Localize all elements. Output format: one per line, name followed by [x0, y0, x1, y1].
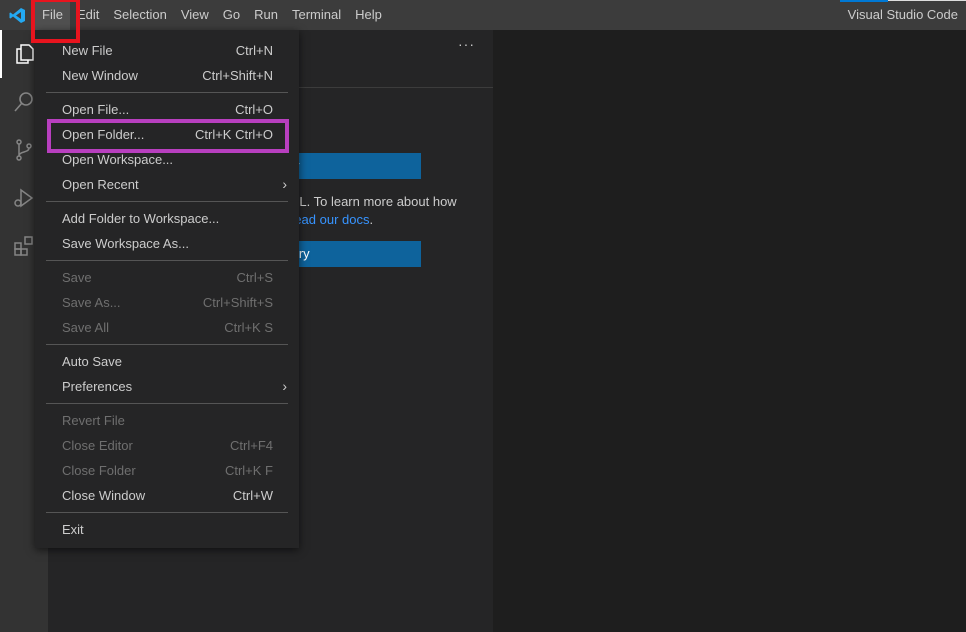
menu-item-label: Save Workspace As...	[62, 236, 189, 251]
menu-item-close-editor[interactable]: Close Editor Ctrl+F4	[35, 433, 299, 458]
sidebar-text: RL. To learn more about how	[290, 194, 457, 209]
menu-item-preferences[interactable]: Preferences ›	[35, 374, 299, 399]
menu-separator	[46, 512, 288, 513]
extensions-icon	[14, 236, 33, 256]
highlight-box-file	[31, 0, 80, 43]
chevron-right-icon: ›	[282, 176, 287, 192]
menu-item-label: New Window	[62, 68, 138, 83]
menu-item-add-folder-to-workspace[interactable]: Add Folder to Workspace...	[35, 206, 299, 231]
menu-item-label: Save As...	[62, 295, 121, 310]
menu-item-label: Preferences	[62, 379, 133, 394]
source-control-icon	[16, 139, 32, 161]
menu-item-save-as[interactable]: Save As... Ctrl+Shift+S	[35, 290, 299, 315]
menu-item-label: Revert File	[62, 413, 125, 428]
menu-item-shortcut: Ctrl+N	[235, 43, 273, 58]
menu-item-close-folder[interactable]: Close Folder Ctrl+K F	[35, 458, 299, 483]
menu-item-open-recent[interactable]: Open Recent ›	[35, 172, 299, 197]
menu-view[interactable]: View	[174, 0, 216, 30]
menu-item-save-workspace-as[interactable]: Save Workspace As...	[35, 231, 299, 256]
menu-item-label: Close Editor	[62, 438, 133, 453]
menu-item-label: Close Window	[62, 488, 146, 503]
menu-item-label: Open Recent	[62, 177, 139, 192]
menu-selection[interactable]: Selection	[106, 0, 173, 30]
files-icon	[16, 44, 34, 64]
debug-icon	[14, 188, 34, 208]
menu-item-label: Save All	[62, 320, 109, 335]
file-menu: New File Ctrl+N New Window Ctrl+Shift+N Open…	[35, 30, 299, 548]
menu-item-label: Save	[62, 270, 92, 285]
menu-separator	[46, 344, 288, 345]
menu-item-shortcut: Ctrl+F4	[230, 438, 273, 453]
menu-help[interactable]: Help	[348, 0, 389, 30]
menu-item-auto-save[interactable]: Auto Save	[35, 349, 299, 374]
menu-separator	[46, 92, 288, 93]
menu-item-shortcut: Ctrl+W	[232, 488, 273, 503]
menu-item-close-window[interactable]: Close Window Ctrl+W	[35, 483, 299, 508]
clone-repository-button[interactable]: tory	[286, 241, 421, 267]
highlight-box-open-folder	[47, 119, 289, 153]
menu-item-shortcut: Ctrl+K F	[224, 463, 273, 478]
menu-run[interactable]: Run	[247, 0, 285, 30]
menu-item-label: Close Folder	[62, 463, 136, 478]
menu-item-shortcut: Ctrl+S	[236, 270, 273, 285]
menu-item-exit[interactable]: Exit	[35, 517, 299, 542]
menu-item-shortcut: Ctrl+Shift+N	[202, 68, 273, 83]
menu-item-shortcut: Ctrl+Shift+S	[202, 295, 273, 310]
menu-separator	[46, 403, 288, 404]
menu-item-save[interactable]: Save Ctrl+S	[35, 265, 299, 290]
menu-item-label: Open File...	[62, 102, 130, 117]
menu-terminal[interactable]: Terminal	[285, 0, 348, 30]
menu-item-label: Exit	[62, 522, 84, 537]
sidebar-text-2: read our docs.	[290, 212, 373, 227]
title-bar: File Edit Selection View Go Run Terminal Help V…	[0, 0, 966, 30]
docs-link[interactable]: read our docs	[290, 212, 370, 227]
vscode-logo-icon	[9, 8, 25, 23]
menu-item-revert-file[interactable]: Revert File	[35, 408, 299, 433]
menu-separator	[46, 201, 288, 202]
menu-separator	[46, 260, 288, 261]
menu-item-save-all[interactable]: Save All Ctrl+K S	[35, 315, 299, 340]
menu-item-label: Auto Save	[62, 354, 122, 369]
more-actions-button[interactable]: ···	[458, 36, 475, 52]
search-icon	[14, 92, 33, 112]
menu-bar: File Edit Selection View Go Run Terminal Help	[35, 0, 389, 30]
open-folder-button[interactable]: er	[286, 153, 421, 179]
link-suffix: .	[369, 212, 374, 227]
menu-item-label: New File	[62, 43, 113, 58]
window-title: Visual Studio Code	[847, 7, 958, 22]
menu-item-label: Open Workspace...	[62, 152, 174, 167]
menu-go[interactable]: Go	[216, 0, 247, 30]
chevron-right-icon: ›	[282, 378, 287, 394]
menu-item-label: Add Folder to Workspace...	[62, 211, 220, 226]
menu-item-new-window[interactable]: New Window Ctrl+Shift+N	[35, 63, 299, 88]
menu-item-shortcut: Ctrl+K S	[224, 320, 273, 335]
